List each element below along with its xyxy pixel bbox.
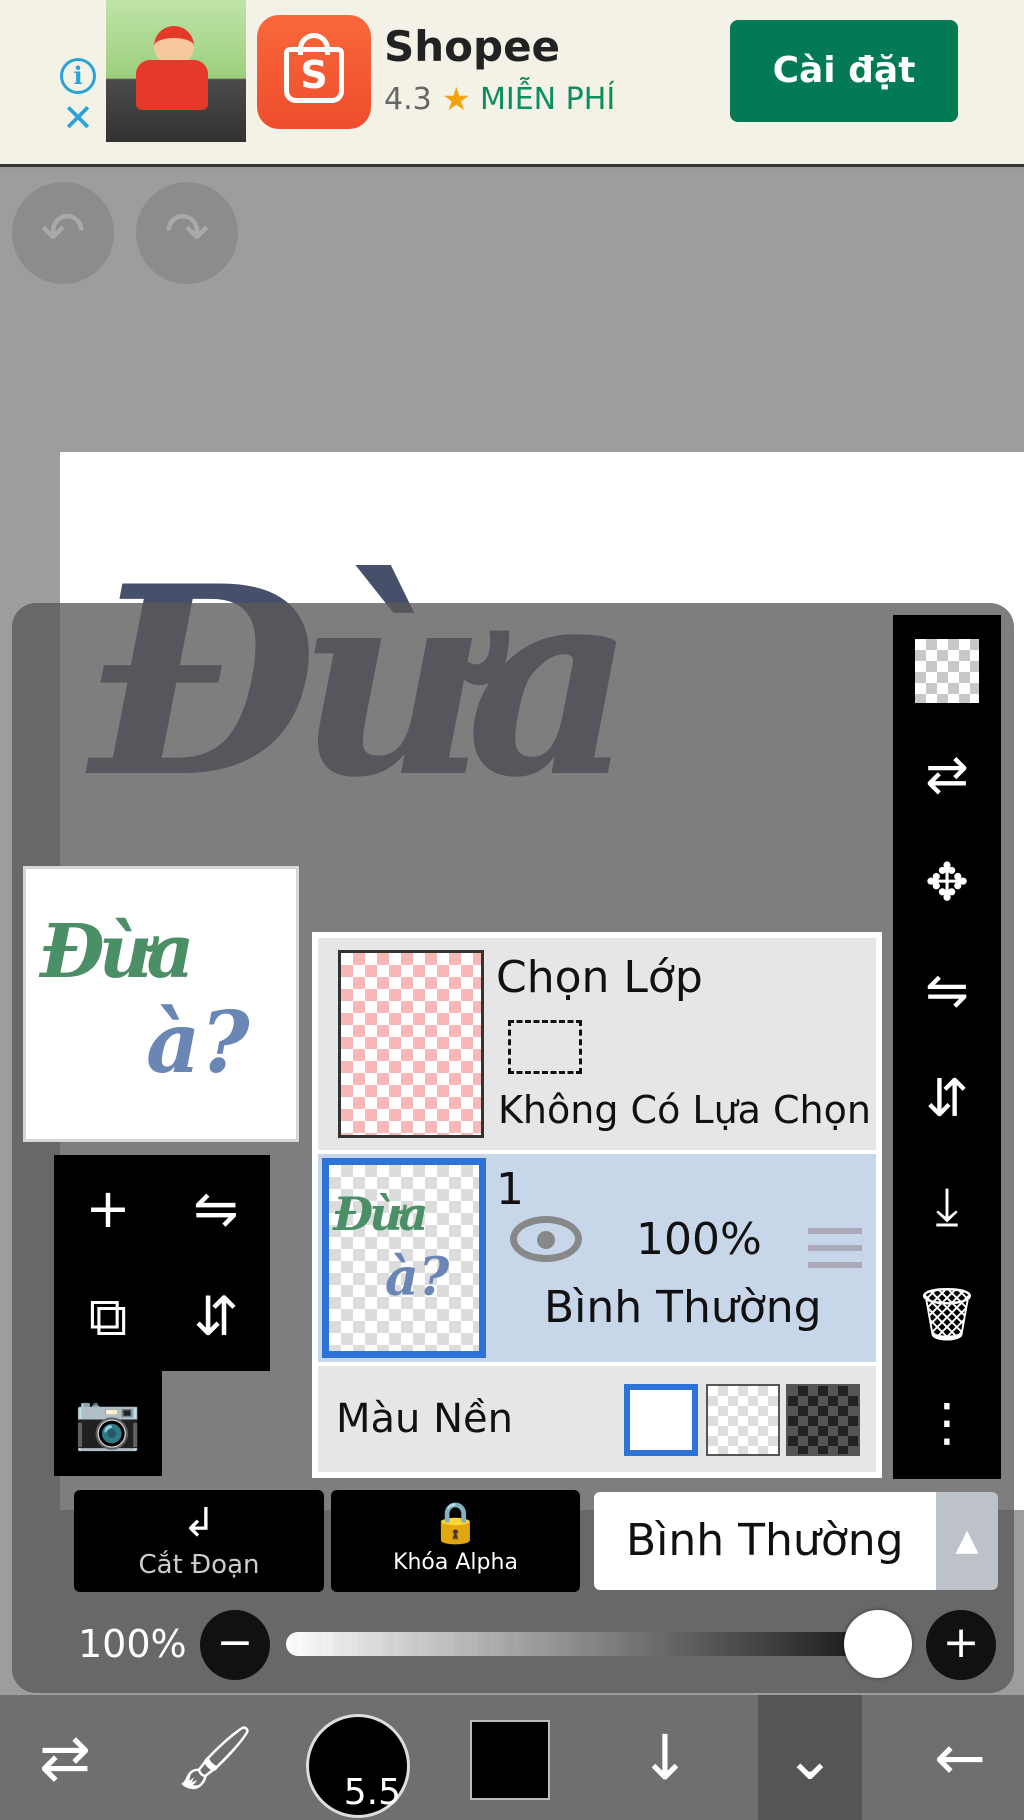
redo-icon[interactable]: ↷ bbox=[136, 182, 238, 284]
layer-list: Chọn Lớp Không Có Lựa Chọn Đừa à? 1 100%… bbox=[312, 932, 882, 1478]
canvas-preview[interactable]: Đừa à? bbox=[23, 866, 299, 1142]
brush-size-value: 5.5 bbox=[343, 1772, 401, 1813]
install-button[interactable]: Cài đặt bbox=[730, 20, 958, 122]
ad-info-icon[interactable]: i bbox=[60, 58, 96, 94]
clipping-label: Cắt Đoạn bbox=[138, 1550, 260, 1580]
undo-icon[interactable]: ↶ bbox=[12, 182, 114, 284]
transparency-checker-icon[interactable] bbox=[915, 639, 979, 703]
blend-mode-select[interactable]: Bình Thường bbox=[594, 1492, 936, 1590]
layers-collapse-icon[interactable]: ⌄ bbox=[758, 1695, 862, 1820]
lock-icon: 🔒 bbox=[430, 1500, 481, 1546]
layer-number: 1 bbox=[496, 1164, 524, 1215]
trash-icon[interactable]: 🗑 bbox=[911, 1279, 983, 1351]
opacity-slider-track[interactable] bbox=[286, 1632, 886, 1656]
alpha-lock-button[interactable]: 🔒 Khóa Alpha bbox=[331, 1490, 580, 1592]
eye-icon[interactable] bbox=[510, 1216, 582, 1262]
clipping-button[interactable]: ↲ Cắt Đoạn bbox=[74, 1490, 324, 1592]
flip-horizontal-icon[interactable]: ⇋ bbox=[162, 1155, 270, 1263]
flip-vertical-icon[interactable]: ⇵ bbox=[911, 1063, 983, 1135]
down-arrow-icon[interactable]: ↓ bbox=[610, 1695, 720, 1820]
layer-left-toolbar: + ⇋ ⧉ ⇵ bbox=[54, 1155, 270, 1371]
camera-icon[interactable]: 📷 bbox=[54, 1368, 162, 1476]
background-color-row: Màu Nền bbox=[318, 1366, 876, 1472]
dropdown-arrow-icon[interactable]: ▲ bbox=[936, 1492, 998, 1590]
background-dark-swatch[interactable] bbox=[786, 1384, 860, 1456]
more-icon[interactable]: ⋮ bbox=[911, 1387, 983, 1459]
ad-close-icon[interactable]: ✕ bbox=[60, 99, 96, 137]
background-color-label: Màu Nền bbox=[336, 1396, 513, 1442]
layer-opacity: 100% bbox=[636, 1214, 762, 1265]
selection-layer-thumbnail bbox=[338, 950, 484, 1138]
clipping-arrow-icon: ↲ bbox=[182, 1500, 216, 1546]
ad-price: MIỄN PHÍ bbox=[480, 82, 616, 117]
layer-row[interactable]: Đừa à? 1 100% Bình Thường bbox=[318, 1154, 876, 1362]
back-arrow-icon[interactable]: ← bbox=[900, 1695, 1020, 1820]
opacity-slider-thumb[interactable] bbox=[844, 1610, 912, 1678]
selection-marquee-icon bbox=[508, 1020, 582, 1074]
tool-switch-icon[interactable]: ⇄ bbox=[10, 1695, 120, 1820]
move-icon[interactable]: ✥ bbox=[911, 847, 983, 919]
preview-text-line2: à? bbox=[146, 993, 250, 1092]
color-swatch-button[interactable] bbox=[470, 1720, 550, 1800]
selection-layer[interactable]: Chọn Lớp Không Có Lựa Chọn bbox=[318, 938, 876, 1150]
selection-layer-subtitle: Không Có Lựa Chọn bbox=[498, 1088, 871, 1132]
layer-left-toolbar-bottom: 📷 bbox=[54, 1368, 162, 1476]
ad-artwork-scooter bbox=[136, 60, 208, 110]
flip-vertical-icon[interactable]: ⇵ bbox=[162, 1263, 270, 1371]
layer-blend-mode: Bình Thường bbox=[544, 1282, 822, 1333]
brush-size-button[interactable]: 5.5 bbox=[306, 1714, 410, 1818]
opacity-minus-button[interactable]: − bbox=[200, 1610, 270, 1680]
background-white-swatch[interactable] bbox=[624, 1384, 698, 1456]
brush-icon[interactable]: 🖌 bbox=[160, 1695, 270, 1820]
ad-banner[interactable]: i ✕ S Shopee 4.3 ★ MIỄN PHÍ Cài đặt bbox=[0, 0, 1024, 167]
logo-letter: S bbox=[284, 47, 344, 103]
drag-handle-icon[interactable] bbox=[808, 1228, 862, 1268]
swap-layer-icon[interactable]: ⇄ bbox=[911, 739, 983, 811]
layer-side-toolbar: ⇄ ✥ ⇋ ⇵ ⤓ 🗑 ⋮ bbox=[893, 615, 1001, 1479]
ad-app-name: Shopee bbox=[384, 22, 561, 71]
thumb-text-line2: à? bbox=[385, 1247, 450, 1308]
background-transparent-swatch[interactable] bbox=[706, 1384, 780, 1456]
shopee-logo-icon[interactable]: S bbox=[257, 15, 371, 129]
ad-rating: 4.3 bbox=[384, 82, 432, 117]
thumb-text-line1: Đừa bbox=[333, 1187, 428, 1241]
star-icon: ★ bbox=[442, 80, 471, 118]
merge-down-icon[interactable]: ⤓ bbox=[911, 1171, 983, 1243]
alpha-lock-label: Khóa Alpha bbox=[393, 1550, 518, 1575]
preview-text-line1: Đừa bbox=[40, 909, 194, 995]
selection-layer-title: Chọn Lớp bbox=[496, 952, 703, 1003]
ad-artwork bbox=[106, 0, 246, 142]
opacity-plus-button[interactable]: + bbox=[926, 1610, 996, 1680]
duplicate-layer-icon[interactable]: ⧉ bbox=[54, 1263, 162, 1371]
layer-thumbnail: Đừa à? bbox=[322, 1158, 486, 1358]
flip-horizontal-icon[interactable]: ⇋ bbox=[911, 955, 983, 1027]
opacity-label: 100% bbox=[78, 1622, 187, 1666]
add-layer-icon[interactable]: + bbox=[54, 1155, 162, 1263]
